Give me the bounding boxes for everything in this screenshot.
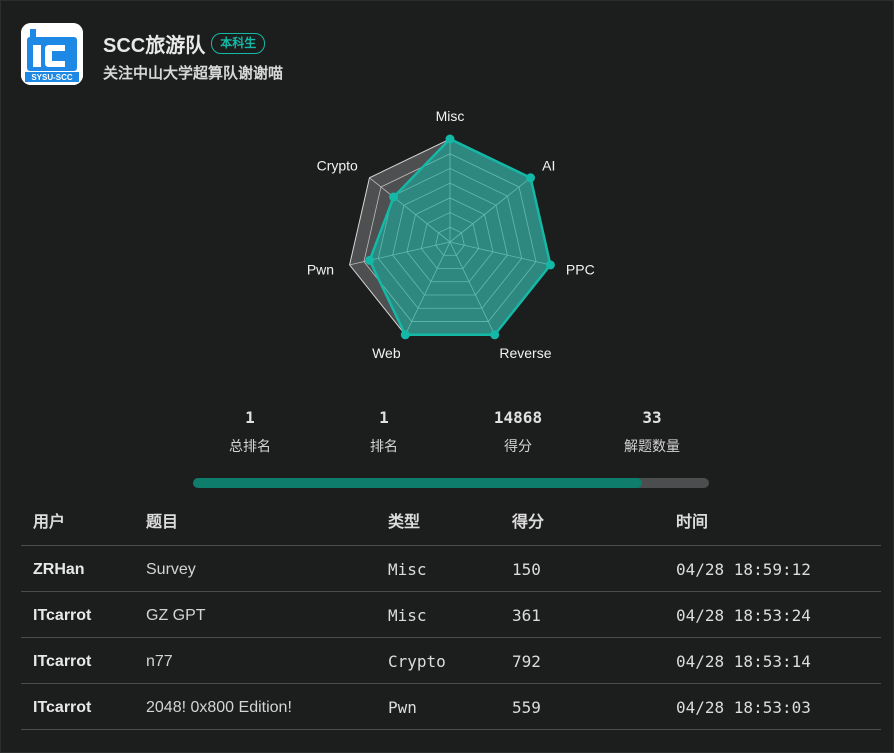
stat-rank: 1 排名 [324,407,444,456]
solves-table: 用户 题目 类型 得分 时间 ZRHan Survey Misc 150 04/… [21,501,881,730]
score-progress-bar [193,478,709,488]
stat-label: 解题数量 [624,438,680,454]
radar-point [490,330,500,340]
radar-axis-label: Web [372,345,401,361]
radar-axis-label: Crypto [317,157,358,173]
cell-user: ITcarrot [33,653,92,670]
stat-label: 排名 [370,438,398,454]
table-header: 用户 题目 类型 得分 时间 [21,501,881,546]
stat-value: 33 [642,408,662,427]
cell-title: Survey [146,561,196,578]
stat-value: 14868 [493,408,543,427]
cell-title: 2048! 0x800 Edition! [146,699,292,716]
radar-point [526,173,536,183]
cell-score: 792 [512,652,541,671]
stat-solved-count: 33 解题数量 [592,407,712,456]
header-user: 用户 [33,514,66,531]
cell-time: 04/28 18:53:14 [676,652,811,671]
radar-axis-label: AI [542,157,555,173]
cell-time: 04/28 18:59:12 [676,560,811,579]
cell-score: 361 [512,606,541,625]
table-row: ITcarrot 2048! 0x800 Edition! Pwn 559 04… [21,684,881,730]
score-progress-fill [193,478,642,488]
cell-time: 04/28 18:53:24 [676,606,811,625]
header-score: 得分 [512,514,545,531]
stat-label: 总排名 [229,438,271,454]
header-type: 类型 [388,514,421,531]
table-row: ZRHan Survey Misc 150 04/28 18:59:12 [21,546,881,592]
radar-point [545,260,555,270]
stat-total-rank: 1 总排名 [190,407,310,456]
cell-user: ZRHan [33,561,85,578]
stat-label: 得分 [504,438,532,454]
radar-axis-label: PPC [566,261,595,277]
cell-type: Misc [388,560,427,579]
cell-score: 559 [512,698,541,717]
radar-point [365,255,375,265]
radar-axis-label: Pwn [307,261,334,277]
stat-value: 1 [245,408,255,427]
cell-title: GZ GPT [146,607,206,624]
radar-point [400,330,410,340]
cell-title: n77 [146,653,173,670]
table-row: ITcarrot n77 Crypto 792 04/28 18:53:14 [21,638,881,684]
category-radar-chart: Misc AI PPC Reverse Web Pwn Crypto [307,108,595,361]
cell-type: Pwn [388,698,417,717]
stat-value: 1 [379,408,389,427]
radar-axis-label: Misc [436,108,465,124]
header-time: 时间 [676,514,709,531]
radar-axis-label: Reverse [499,345,551,361]
header-title: 题目 [146,514,179,531]
cell-user: ITcarrot [33,607,92,624]
radar-point [445,134,455,144]
cell-type: Crypto [388,652,446,671]
cell-time: 04/28 18:53:03 [676,698,811,717]
stat-score: 14868 得分 [458,407,578,456]
radar-series [365,134,555,340]
cell-score: 150 [512,560,541,579]
radar-point [389,192,399,202]
table-row: ITcarrot GZ GPT Misc 361 04/28 18:53:24 [21,592,881,638]
cell-type: Misc [388,606,427,625]
cell-user: ITcarrot [33,699,92,716]
